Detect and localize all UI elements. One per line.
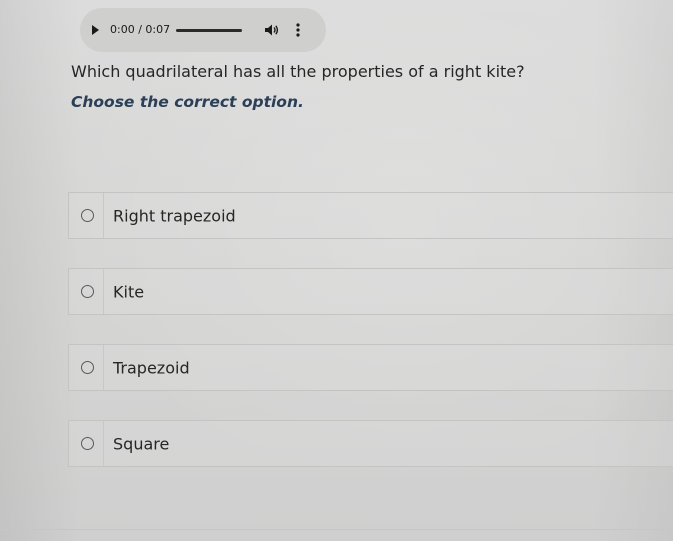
question-instruction: Choose the correct option. bbox=[71, 93, 304, 111]
audio-time-separator: / bbox=[134, 23, 146, 36]
option-kite[interactable]: Kite bbox=[68, 268, 673, 315]
audio-duration: 0:07 bbox=[145, 23, 171, 36]
option-label: Square bbox=[113, 434, 170, 453]
option-radio-cell bbox=[69, 193, 104, 238]
more-vertical-icon[interactable] bbox=[293, 21, 303, 39]
option-radio-cell bbox=[69, 269, 104, 314]
option-radio-cell bbox=[69, 345, 104, 390]
radio-button[interactable] bbox=[81, 284, 94, 298]
radio-button[interactable] bbox=[81, 436, 94, 450]
radio-button[interactable] bbox=[81, 360, 94, 374]
option-label: Right trapezoid bbox=[113, 206, 236, 225]
divider bbox=[0, 529, 673, 530]
option-right-trapezoid[interactable]: Right trapezoid bbox=[68, 192, 673, 239]
option-radio-cell bbox=[69, 421, 104, 466]
play-icon[interactable] bbox=[92, 25, 99, 35]
volume-icon[interactable] bbox=[263, 21, 281, 39]
radio-button[interactable] bbox=[81, 208, 94, 222]
audio-progress-slider[interactable] bbox=[176, 29, 242, 32]
audio-time-display: 0:00 / 0:07 bbox=[110, 23, 170, 36]
question-text: Which quadrilateral has all the properti… bbox=[71, 62, 525, 81]
option-square[interactable]: Square bbox=[68, 420, 673, 467]
option-label: Trapezoid bbox=[113, 358, 190, 377]
option-trapezoid[interactable]: Trapezoid bbox=[68, 344, 673, 391]
audio-player: 0:00 / 0:07 bbox=[80, 8, 326, 52]
audio-current-time: 0:00 bbox=[110, 23, 135, 36]
option-label: Kite bbox=[113, 282, 145, 301]
